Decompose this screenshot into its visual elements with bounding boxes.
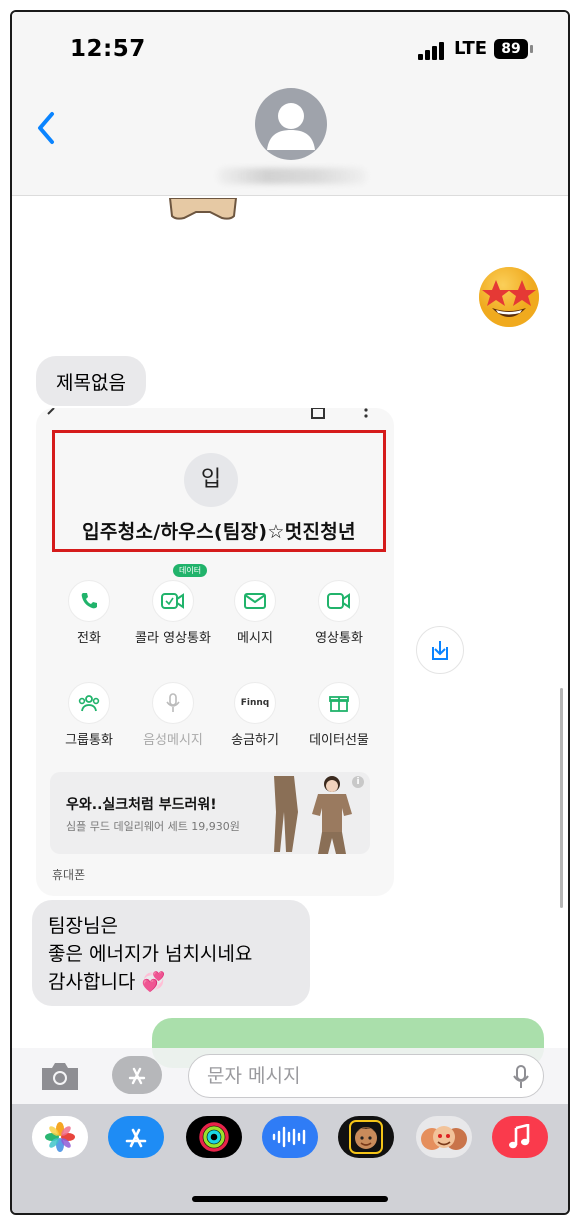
action-label: 전화 bbox=[77, 631, 101, 646]
audio-message-icon[interactable] bbox=[262, 1116, 318, 1158]
highlight-box: 입 입주청소/하우스(팀장)☆멋진청년 bbox=[52, 430, 386, 552]
clock: 12:57 bbox=[70, 36, 146, 62]
incoming-message-bubble[interactable]: 팀장님은 좋은 에너지가 넘치시네요 감사합니다 💞 bbox=[32, 900, 310, 1006]
subject-bubble[interactable]: 제목없음 bbox=[36, 356, 146, 406]
app-store-icon[interactable] bbox=[108, 1116, 164, 1158]
action-label: 콜라 영상통화 bbox=[135, 631, 211, 646]
camera-icon[interactable] bbox=[38, 1058, 82, 1094]
finnq-icon: Finnq bbox=[234, 682, 276, 724]
message-line: 좋은 에너지가 넘치시네요 bbox=[48, 943, 253, 965]
imessage-app-drawer bbox=[12, 1104, 568, 1213]
action-label: 음성메시지 bbox=[143, 733, 203, 748]
app-store-toggle-button[interactable] bbox=[112, 1056, 162, 1094]
contact-card-image[interactable]: 입 입주청소/하우스(팀장)☆멋진청년 데이터 전화 콜라 영상통화 메시지 영… bbox=[36, 408, 394, 896]
ad-subtitle: 심플 무드 데일리웨어 세트 19,930원 bbox=[66, 820, 240, 833]
group-icon bbox=[68, 682, 110, 724]
app-store-icon bbox=[128, 1067, 146, 1085]
animoji-icon[interactable] bbox=[416, 1116, 472, 1158]
scroll-indicator[interactable] bbox=[560, 688, 563, 908]
home-indicator[interactable] bbox=[192, 1196, 388, 1202]
battery-tip bbox=[530, 45, 533, 53]
person-avatar-icon[interactable] bbox=[255, 88, 327, 160]
message-input-bar bbox=[12, 1048, 568, 1104]
microphone-icon bbox=[152, 682, 194, 724]
video-call-icon bbox=[152, 580, 194, 622]
save-attachment-button[interactable] bbox=[416, 626, 464, 674]
action-send-money[interactable]: Finnq 송금하기 bbox=[212, 682, 298, 749]
message-text-input[interactable] bbox=[207, 1055, 497, 1097]
ad-title: 우와..실크처럼 부드러워! bbox=[66, 797, 217, 813]
action-voice-message: 음성메시지 bbox=[130, 682, 216, 749]
contact-initial-avatar: 입 bbox=[184, 453, 238, 507]
memoji-icon[interactable] bbox=[338, 1116, 394, 1158]
action-label: 그룹통화 bbox=[65, 733, 113, 748]
phone-icon bbox=[68, 580, 110, 622]
message-line: 감사합니다 💞 bbox=[48, 971, 166, 993]
signal-bars-icon bbox=[418, 42, 448, 60]
action-cola-video-call[interactable]: 콜라 영상통화 bbox=[130, 580, 216, 647]
video-icon bbox=[318, 580, 360, 622]
sticker-image bbox=[168, 198, 238, 220]
action-label: 영상통화 bbox=[315, 631, 363, 646]
photos-icon[interactable] bbox=[32, 1116, 88, 1158]
action-group-call[interactable]: 그룹통화 bbox=[46, 682, 132, 749]
download-icon bbox=[432, 641, 448, 660]
envelope-icon bbox=[234, 580, 276, 622]
phone-screen: 12:57 LTE 89 제목없음 입 입주청소/하우스(팀장)☆멋진청년 데이… bbox=[10, 10, 570, 1215]
star-struck-emoji-icon bbox=[479, 267, 539, 327]
message-field[interactable] bbox=[188, 1054, 544, 1098]
microphone-icon[interactable] bbox=[513, 1065, 529, 1089]
card-toolbar-remnant bbox=[47, 408, 368, 419]
action-video-call[interactable]: 영상통화 bbox=[296, 580, 382, 647]
network-type: LTE bbox=[454, 38, 488, 59]
chevron-left-icon[interactable] bbox=[34, 110, 58, 146]
contact-card-name: 입주청소/하우스(팀장)☆멋진청년 bbox=[82, 521, 356, 543]
action-data-gift[interactable]: 데이터선물 bbox=[296, 682, 382, 749]
phone-type-label: 휴대폰 bbox=[52, 868, 86, 882]
gift-icon bbox=[318, 682, 360, 724]
battery-icon: 89 bbox=[494, 39, 528, 59]
contact-name-blurred[interactable] bbox=[217, 168, 367, 184]
action-call[interactable]: 전화 bbox=[46, 580, 132, 647]
status-bar: 12:57 LTE 89 bbox=[12, 12, 568, 82]
activity-icon[interactable] bbox=[186, 1116, 242, 1158]
message-line: 팀장님은 bbox=[48, 915, 118, 937]
ad-banner[interactable]: 우와..실크처럼 부드러워! 심플 무드 데일리웨어 세트 19,930원 i bbox=[50, 772, 370, 854]
conversation-header bbox=[12, 82, 568, 196]
action-message[interactable]: 메시지 bbox=[212, 580, 298, 647]
ad-info-icon[interactable]: i bbox=[352, 776, 364, 788]
data-badge: 데이터 bbox=[173, 564, 208, 577]
music-icon[interactable] bbox=[492, 1116, 548, 1158]
action-label: 데이터선물 bbox=[309, 733, 369, 748]
action-label: 메시지 bbox=[237, 631, 273, 646]
action-label: 송금하기 bbox=[231, 733, 279, 748]
